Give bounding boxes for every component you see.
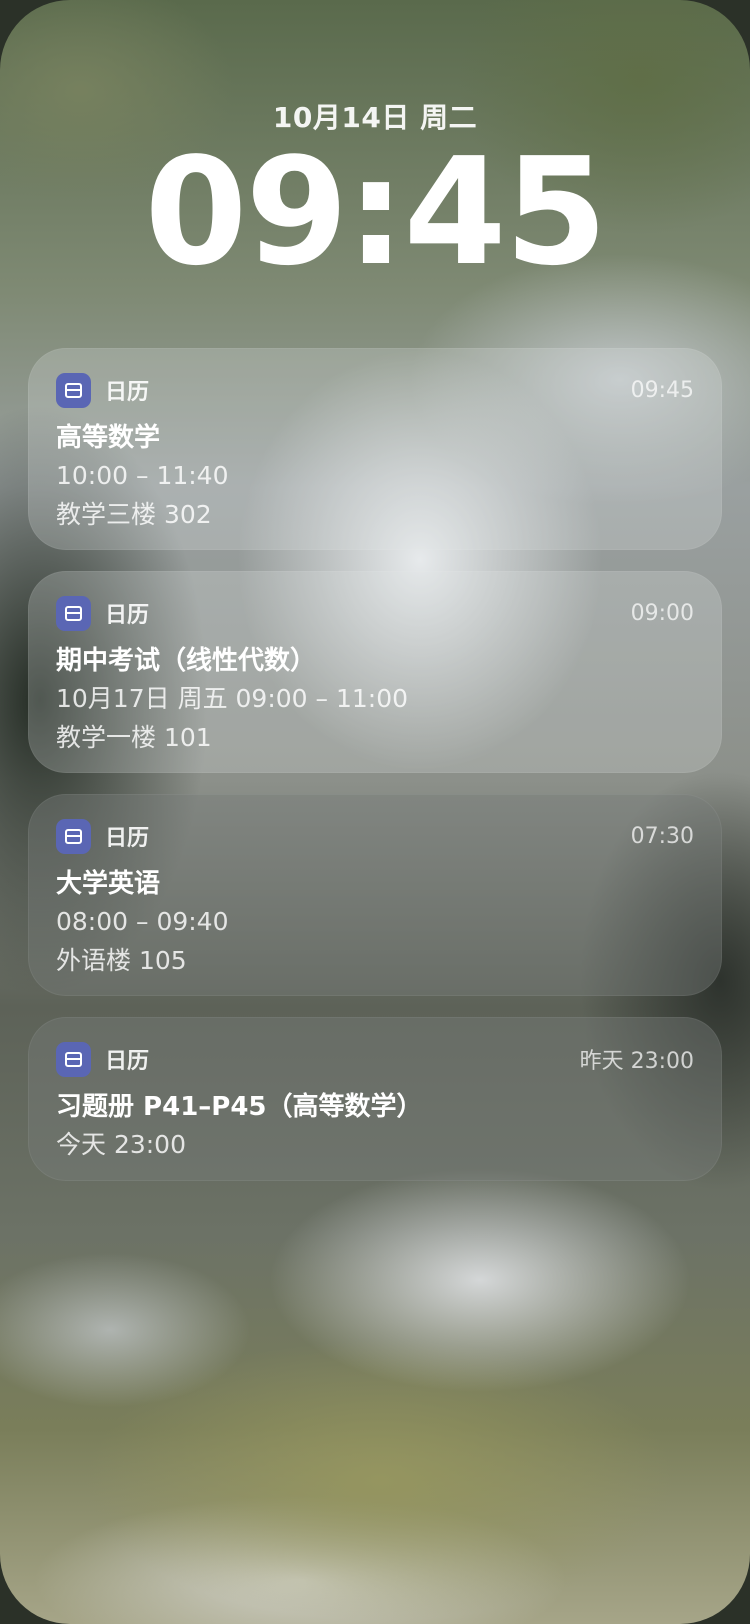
notification-header: 日历 昨天 23:00	[56, 1041, 694, 1077]
calendar-icon	[56, 818, 91, 854]
notification-card[interactable]: 日历 09:45 高等数学 10:00 – 11:40 教学三楼 302	[28, 348, 722, 550]
notification-app-name: 日历	[105, 826, 150, 851]
lock-clock: 09:45	[144, 126, 607, 298]
notification-header: 日历 09:00	[56, 595, 694, 631]
notification-time: 07:30	[630, 823, 694, 849]
notification-header: 日历 07:30	[56, 818, 694, 854]
notification-header: 日历 09:45	[56, 372, 694, 408]
calendar-icon	[56, 1041, 91, 1077]
notification-title: 高等数学	[56, 423, 161, 453]
lock-screen: 10月14日 周二 09:45 日历 09:45 高等数学 10:00 – 11…	[0, 0, 750, 1624]
notification-card[interactable]: 日历 07:30 大学英语 08:00 – 09:40 外语楼 105	[28, 794, 722, 996]
notification-location: 教学三楼 302	[56, 500, 212, 529]
calendar-icon	[56, 372, 91, 408]
calendar-icon	[56, 595, 91, 631]
notification-app-name: 日历	[105, 603, 150, 628]
notification-title: 习题册 P41–P45（高等数学）	[56, 1092, 423, 1122]
notification-time-range: 10月17日 周五 09:00 – 11:00	[56, 684, 409, 713]
notification-card[interactable]: 日历 昨天 23:00 习题册 P41–P45（高等数学） 今天 23:00	[28, 1017, 722, 1181]
notification-time: 昨天 23:00	[579, 1049, 694, 1074]
notification-app-name: 日历	[105, 1049, 150, 1074]
notification-app-name: 日历	[105, 380, 150, 405]
notification-time-range: 10:00 – 11:40	[56, 461, 229, 490]
notification-title: 大学英语	[56, 869, 161, 899]
notification-title: 期中考试（线性代数）	[56, 646, 317, 676]
notification-card[interactable]: 日历 09:00 期中考试（线性代数） 10月17日 周五 09:00 – 11…	[28, 571, 722, 773]
notification-time-range: 08:00 – 09:40	[56, 907, 229, 936]
notification-time: 09:00	[630, 600, 694, 626]
notification-location: 教学一楼 101	[56, 723, 212, 752]
notification-location: 外语楼 105	[56, 946, 187, 975]
notification-time: 09:45	[630, 377, 694, 403]
notification-due-time: 今天 23:00	[56, 1130, 186, 1159]
